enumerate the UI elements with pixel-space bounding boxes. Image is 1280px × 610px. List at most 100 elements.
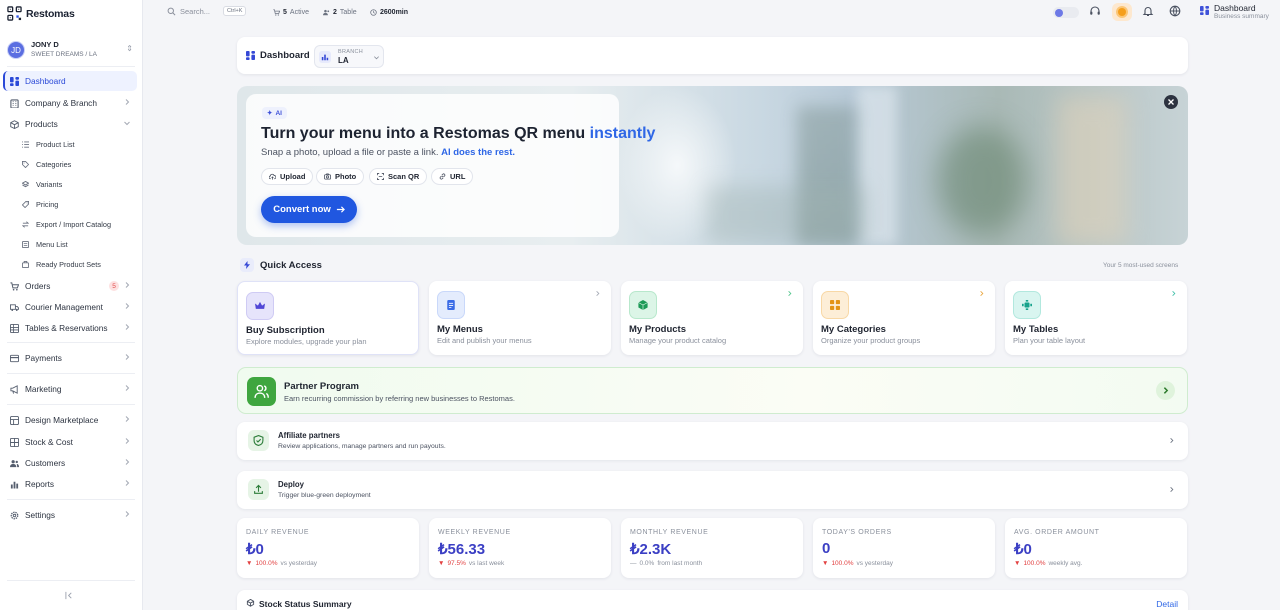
tables-stat[interactable]: 2 Table xyxy=(323,5,357,19)
active-orders-stat[interactable]: 5 Active xyxy=(273,5,309,19)
stat-compare: vs last week xyxy=(468,560,505,567)
avatar: JD xyxy=(7,41,25,59)
globe-icon[interactable] xyxy=(1169,5,1181,17)
sidebar-subitem-export-import[interactable]: Export / Import Catalog xyxy=(22,217,111,231)
deploy-row[interactable]: Deploy Trigger blue-green deployment xyxy=(237,471,1188,509)
sidebar-item-customers[interactable]: Customers xyxy=(3,453,137,473)
bell-icon[interactable] xyxy=(1142,5,1154,17)
gear-icon xyxy=(10,511,19,519)
partner-program-title: Partner Program xyxy=(284,381,359,392)
quick-card-my-products[interactable]: My Products Manage your product catalog xyxy=(621,281,803,355)
user-switcher[interactable]: JD JONY D SWEET DREAMS / LA ⇕ xyxy=(7,40,135,60)
quick-card-my-menus[interactable]: My Menus Edit and publish your menus xyxy=(429,281,611,355)
chevron-right-icon xyxy=(125,459,130,465)
sidebar-subitem-menu-list[interactable]: Menu List xyxy=(22,237,68,251)
branch-selector[interactable]: BRANCH LA xyxy=(314,45,384,68)
sidebar-item-company-branch[interactable]: Company & Branch xyxy=(3,93,137,113)
chart-icon xyxy=(10,481,19,489)
dashboard-icon xyxy=(246,51,255,60)
chevron-right-icon xyxy=(125,385,130,391)
stat-label: Table xyxy=(339,8,357,16)
sidebar-item-label: Customers xyxy=(25,458,66,468)
sidebar-subitem-categories[interactable]: Categories xyxy=(22,157,71,171)
users-icon xyxy=(10,459,19,467)
stat-card-daily-revenue[interactable]: DAILY REVENUE ₺0 ▼ 100.0% vs yesterday xyxy=(237,518,419,578)
page-context: Dashboard Business summary xyxy=(1200,4,1269,20)
stat-card-weekly-revenue[interactable]: WEEKLY REVENUE ₺56.33 ▼ 97.5% vs last week xyxy=(429,518,611,578)
sidebar-subitem-pricing[interactable]: Pricing xyxy=(22,197,58,211)
sidebar-item-dashboard[interactable]: Dashboard xyxy=(3,71,137,91)
grid-icon xyxy=(821,291,849,319)
search-bar[interactable]: Search... Ctrl+K xyxy=(163,3,253,20)
stat-label: AVG. ORDER AMOUNT xyxy=(1014,529,1100,536)
option-label: Scan QR xyxy=(388,172,420,181)
quick-access-title: Quick Access xyxy=(260,260,322,271)
divider xyxy=(7,373,135,374)
sidebar-subitem-ready-product-sets[interactable]: Ready Product Sets xyxy=(22,257,101,271)
sidebar-item-settings[interactable]: Settings xyxy=(3,505,137,525)
chevron-right-icon xyxy=(125,282,130,288)
stat-card-monthly-revenue[interactable]: MONTHLY REVENUE ₺2.3K —0.0% from last mon… xyxy=(621,518,803,578)
document-icon xyxy=(437,291,465,319)
sidebar-item-marketing[interactable]: Marketing xyxy=(3,379,137,399)
page-context-title: Dashboard xyxy=(1214,3,1256,13)
hero-title-main: Turn your menu into a Restomas QR menu xyxy=(261,125,586,142)
quick-card-title: Buy Subscription xyxy=(246,325,325,336)
menu-icon xyxy=(22,240,29,248)
affiliate-partners-row[interactable]: Affiliate partners Review applications, … xyxy=(237,422,1188,460)
hero-subtitle: Snap a photo, upload a file or paste a l… xyxy=(261,147,515,158)
sidebar-item-orders[interactable]: Orders 5 xyxy=(3,276,137,296)
stat-value: ₺2.3K xyxy=(630,541,672,558)
page-title: Dashboard xyxy=(260,50,310,61)
quick-card-my-tables[interactable]: My Tables Plan your table layout xyxy=(1005,281,1187,355)
option-label: URL xyxy=(450,172,466,181)
search-input[interactable]: Search... xyxy=(180,7,210,16)
scan-qr-option-button[interactable]: Scan QR xyxy=(369,168,428,185)
sidebar-item-payments[interactable]: Payments xyxy=(3,348,137,368)
collapse-sidebar-icon[interactable] xyxy=(65,591,74,600)
sidebar-item-courier-management[interactable]: Courier Management xyxy=(3,297,137,317)
divider xyxy=(7,499,135,500)
sidebar-item-label: Orders xyxy=(25,281,51,291)
boxes-icon xyxy=(246,599,255,607)
sidebar-subitem-product-list[interactable]: Product List xyxy=(22,137,75,151)
option-label: Photo xyxy=(335,172,357,181)
sidebar-subitem-variants[interactable]: Variants xyxy=(22,177,62,191)
stat-card-avg-order-amount[interactable]: AVG. ORDER AMOUNT ₺0 ▼ 100.0% weekly avg. xyxy=(1005,518,1187,578)
list-icon xyxy=(22,140,29,148)
camera-icon xyxy=(324,173,331,180)
theme-toggle[interactable] xyxy=(1053,7,1079,18)
affiliate-partners-title: Affiliate partners xyxy=(278,431,340,440)
chevron-updown-icon: ⇕ xyxy=(126,44,133,53)
close-icon[interactable] xyxy=(1164,95,1178,109)
stat-card-todays-orders[interactable]: TODAY'S ORDERS 0 ▼ 100.0% vs yesterday xyxy=(813,518,995,578)
time-stat[interactable]: 2600min xyxy=(370,5,408,19)
sidebar-item-reports[interactable]: Reports xyxy=(3,474,137,494)
url-option-button[interactable]: URL xyxy=(431,168,474,185)
stock-detail-link[interactable]: Detail xyxy=(1156,599,1178,609)
trend-down-icon: ▼ xyxy=(822,560,829,567)
quick-card-my-categories[interactable]: My Categories Organize your product grou… xyxy=(813,281,995,355)
upload-option-button[interactable]: Upload xyxy=(261,168,314,185)
sidebar-item-tables-reservations[interactable]: Tables & Reservations xyxy=(3,318,137,338)
logo[interactable]: Restomas xyxy=(7,6,75,21)
stock-icon xyxy=(10,437,19,447)
convert-now-button[interactable]: Convert now xyxy=(261,196,357,223)
quick-card-subtitle: Edit and publish your menus xyxy=(437,336,532,345)
card-icon xyxy=(10,354,19,362)
stat-compare: vs yesterday xyxy=(856,560,893,567)
sidebar-item-design-marketplace[interactable]: Design Marketplace xyxy=(3,410,137,430)
stat-label: WEEKLY REVENUE xyxy=(438,529,511,536)
partner-program-banner[interactable]: Partner Program Earn recurring commissio… xyxy=(237,367,1188,414)
chevron-right-icon xyxy=(1172,291,1176,296)
upload-icon xyxy=(248,479,269,500)
sidebar-item-stock-cost[interactable]: Stock & Cost xyxy=(3,432,137,452)
chevron-right-icon[interactable] xyxy=(1156,381,1175,400)
quick-card-buy-subscription[interactable]: Buy Subscription Explore modules, upgrad… xyxy=(237,281,419,355)
hero-title-highlight: instantly xyxy=(589,125,656,142)
sidebar-item-products[interactable]: Products xyxy=(3,114,137,134)
sidebar-subitem-label: Export / Import Catalog xyxy=(36,219,112,229)
headset-icon[interactable] xyxy=(1089,5,1101,17)
photo-option-button[interactable]: Photo xyxy=(316,168,365,185)
status-indicator-icon[interactable] xyxy=(1112,3,1132,21)
